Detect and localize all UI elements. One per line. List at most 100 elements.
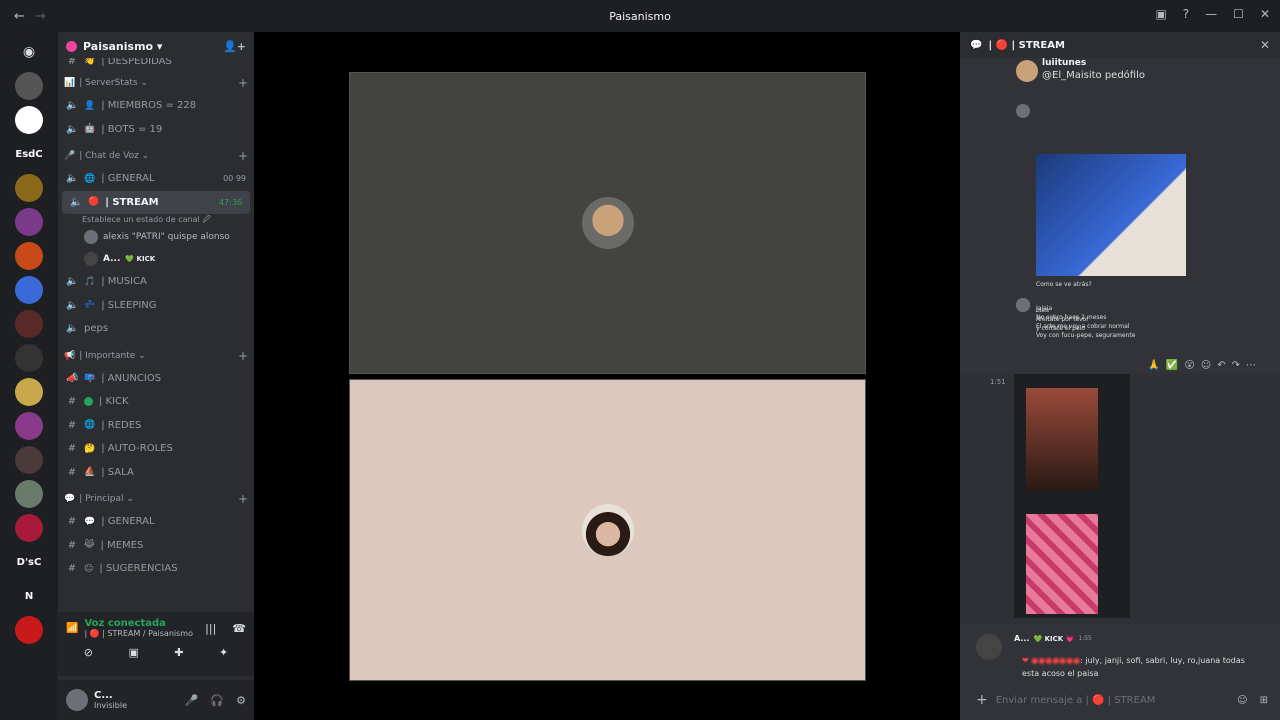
channel-label: | SLEEPING [101,299,157,311]
category-principal[interactable]: 💬 | Principal ⌄ + [58,488,254,510]
apps-icon[interactable]: ⊞ [1260,695,1268,706]
voice-user[interactable]: A... 💚 KICK [58,248,254,270]
channel-status-prompt[interactable]: Establece un estado de canal 🖉 [58,214,254,226]
noise-suppression-icon[interactable]: ||| [205,622,216,635]
add-attachment-icon[interactable]: + [976,692,988,708]
channel-sala[interactable]: # ⛵ | SALA [58,461,254,485]
participant-tile[interactable] [349,72,866,374]
message-hovered[interactable]: 1:51 [960,374,1280,624]
channel-anuncios[interactable]: 📣 📪 | ANUNCIOS [58,367,254,391]
voice-connection-panel: 📶 Voz conectada | 🔴 | STREAM / Paisanism… [58,612,254,676]
microphone-emoji-icon: 🎤 [64,151,76,161]
channel-kick[interactable]: # | KICK [58,390,254,414]
soundboard-icon[interactable]: ✦ [219,646,228,659]
server-icon[interactable] [15,310,43,338]
settings-gear-icon[interactable]: ⚙ [236,694,246,707]
voice-status[interactable]: Voz conectada [84,618,193,629]
screen-share-icon[interactable]: ▣ [128,646,138,659]
forward-icon[interactable]: ↷ [1232,360,1240,371]
screenshot-image[interactable] [1036,154,1186,276]
line: El arte me voy a cobrar normal [1036,323,1130,330]
participant-avatar [581,504,634,556]
disconnect-icon[interactable]: ☎ [232,622,246,635]
channel-label: peps [84,323,109,335]
mailbox-emoji-icon: 📪 [84,373,96,384]
maximize-icon[interactable]: ☐ [1233,7,1244,21]
headphones-icon[interactable]: 🎧 [210,694,224,707]
category-importante[interactable]: 📢 | Importante ⌄ + [58,345,254,367]
server-label-dsc[interactable]: D'sC [15,548,43,576]
voice-location[interactable]: | 🔴 | STREAM / Paisanismo [84,629,193,638]
voice-channel-sleeping[interactable]: 🔈 💤 | SLEEPING [58,294,254,318]
server-header[interactable]: Paisanismo ▾ 👤+ [58,32,254,60]
user-avatar[interactable] [66,689,88,711]
server-icon[interactable] [15,106,43,134]
minimize-icon[interactable]: — [1205,7,1217,21]
help-icon[interactable]: ? [1183,7,1189,21]
voice-channel-general[interactable]: 🔈 🌐 | GENERAL 00 99 [58,167,254,191]
avatar [84,230,98,244]
add-channel-icon[interactable]: + [238,76,248,90]
check-reaction-icon[interactable]: ✅ [1166,360,1178,371]
line: : july, janji, sofi, sabri, luy, ro,juan… [1080,656,1245,665]
category-chat-de-voz[interactable]: 🎤 | Chat de Voz ⌄ + [58,145,254,167]
channel-sugerencias[interactable]: # 😐 | SUGERENCIAS [58,557,254,581]
server-icon[interactable] [15,514,43,542]
channel-label: | BOTS = 19 [101,123,163,135]
channel-miembros[interactable]: 🔈 👤 | MIEMBROS = 228 [58,94,254,118]
avatar[interactable] [1016,60,1038,82]
server-icon[interactable] [15,616,43,644]
avatar[interactable] [976,634,1002,660]
image-attachment[interactable] [1014,374,1130,618]
server-icon[interactable] [15,446,43,474]
server-icon[interactable] [15,344,43,372]
server-icon[interactable] [15,412,43,440]
microphone-icon[interactable]: 🎤 [185,694,199,707]
close-icon[interactable]: ✕ [1260,38,1270,52]
channel-redes[interactable]: # 🌐 | REDES [58,414,254,438]
server-label-esdc[interactable]: EsdC [15,140,43,168]
channel-general-text[interactable]: # 💬 | GENERAL [58,510,254,534]
speaker-icon: 🔈 [66,173,79,185]
close-window-icon[interactable]: ✕ [1260,7,1270,21]
add-reaction-icon[interactable]: ☺ [1201,360,1211,371]
add-channel-icon[interactable]: + [238,149,248,163]
inbox-icon[interactable]: ▣ [1155,7,1166,21]
server-icon-active[interactable] [15,480,43,508]
channel-despedidas[interactable]: # 👋 | DESPEDIDAS [58,58,254,68]
activities-icon[interactable]: ✚ [174,646,183,659]
voice-user[interactable]: alexis "PATRI" quispe alonso [58,226,254,248]
emoji-picker-icon[interactable]: ☺ [1237,695,1247,706]
server-icon[interactable] [15,174,43,202]
speaker-icon: 🔈 [66,276,79,288]
voice-channel-peps[interactable]: 🔈 peps [58,317,254,341]
more-icon[interactable]: ⋯ [1246,360,1256,371]
hash-icon: # [67,443,77,455]
channel-auto-roles[interactable]: # 🤔 | AUTO-ROLES [58,437,254,461]
server-icon[interactable] [15,378,43,406]
category-serverstats[interactable]: 📊 | ServerStats ⌄ + [58,72,254,94]
server-icon[interactable] [15,276,43,304]
voice-channel-stream[interactable]: 🔈 🔴 | STREAM 47:36 [62,190,250,214]
server-icon[interactable] [15,242,43,270]
invite-people-icon[interactable]: 👤+ [223,40,246,53]
server-icon[interactable] [15,208,43,236]
voice-channel-musica[interactable]: 🔈 🎵 | MUSICA [58,270,254,294]
server-icon[interactable] [15,72,43,100]
add-channel-icon[interactable]: + [238,492,248,506]
line: esta acoso el paisa [1022,669,1099,678]
line: Jajaja [1036,305,1053,312]
channel-bots[interactable]: 🔈 🤖 | BOTS = 19 [58,118,254,142]
message-author[interactable]: A... [1014,634,1029,643]
camera-off-icon[interactable]: ⊘ [84,646,93,659]
face-reaction-icon[interactable]: 😮 [1184,360,1194,371]
channel-memes[interactable]: # 😹 | MEMES [58,534,254,558]
server-label-n[interactable]: N [15,582,43,610]
pray-reaction-icon[interactable]: 🙏 [1147,360,1159,371]
participant-tile[interactable] [349,379,866,681]
discord-home-icon[interactable]: ◉ [15,38,43,66]
add-channel-icon[interactable]: + [238,349,248,363]
message-author[interactable]: luiitunes [1042,58,1086,68]
reply-icon[interactable]: ↶ [1217,360,1225,371]
message-input[interactable]: Enviar mensaje a | 🔴 | STREAM [996,695,1156,706]
